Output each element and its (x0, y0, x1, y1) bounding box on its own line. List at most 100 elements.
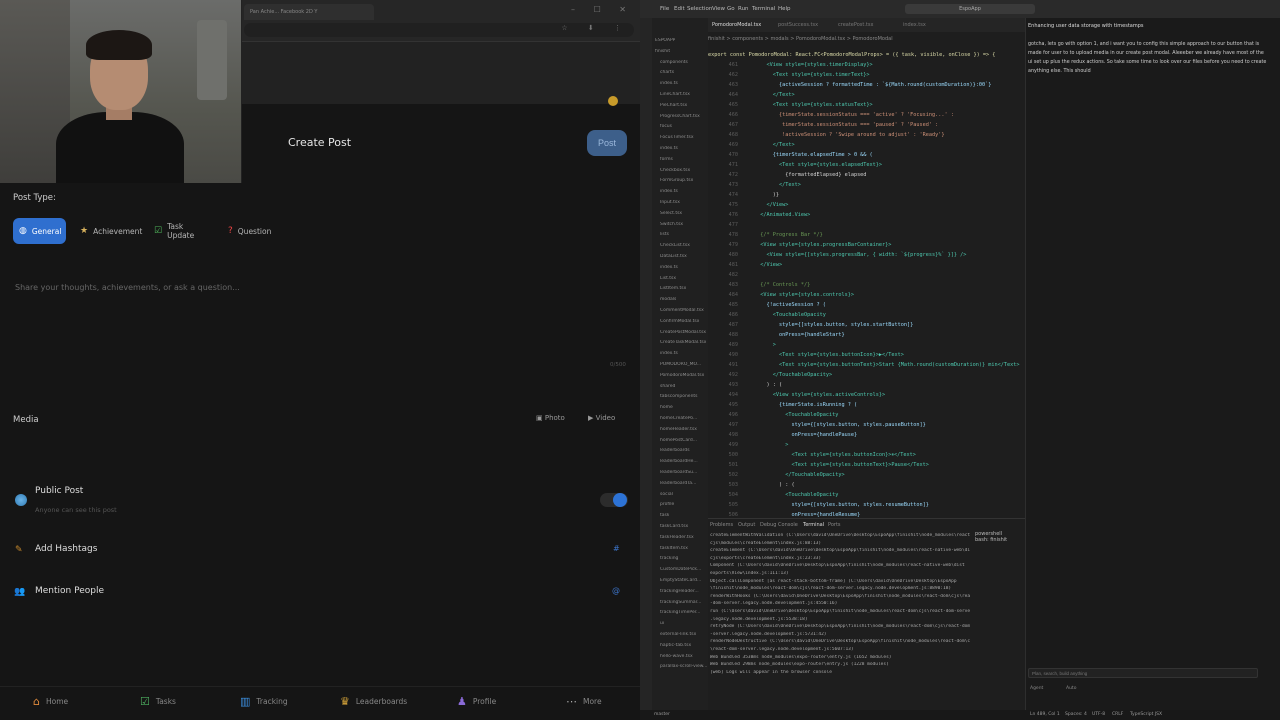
explorer-item[interactable]: forms (660, 157, 673, 162)
explorer-item[interactable]: charts (660, 70, 674, 75)
public-post-toggle[interactable] (600, 493, 628, 507)
cursor-position[interactable]: Ln 489, Col 1 (1030, 712, 1060, 717)
explorer-item[interactable]: components (660, 60, 688, 65)
explorer-item[interactable]: social (660, 492, 673, 497)
menu-terminal[interactable]: Terminal (752, 6, 775, 12)
explorer-item[interactable]: EmptyStateCard... (660, 578, 701, 583)
menu-run[interactable]: Run (738, 6, 749, 12)
chat-input[interactable] (1028, 668, 1258, 678)
explorer-item[interactable]: POMODORO_MO... (660, 362, 701, 367)
breadcrumb[interactable]: finishit > components > modals > Pomodor… (708, 36, 893, 42)
add-hashtags-button[interactable]: # (613, 544, 620, 553)
explorer-item[interactable]: profile (660, 502, 674, 507)
explorer-item[interactable]: home (660, 405, 673, 410)
explorer-item[interactable]: FormGroup.tsx (660, 178, 693, 183)
explorer-item[interactable]: index.ts (660, 351, 678, 356)
language-mode[interactable]: TypeScript JSX (1130, 712, 1162, 717)
explorer-item[interactable]: focus (660, 124, 672, 129)
explorer-item[interactable]: Checkbox.tsx (660, 168, 690, 173)
post-type-achievement[interactable]: ★ Achievement (74, 218, 142, 244)
tab-output[interactable]: Output (738, 522, 755, 528)
menu-edit[interactable]: Edit (674, 6, 685, 12)
explorer-item[interactable]: taskItem.tsx (660, 546, 688, 551)
explorer-item[interactable]: leaderboardSu... (660, 470, 697, 475)
post-type-question[interactable]: ? Question (222, 218, 276, 244)
explorer-item[interactable]: ui (660, 621, 664, 626)
menu-selection[interactable]: Selection (687, 6, 712, 12)
explorer-item[interactable]: index.ts (660, 81, 678, 86)
window-controls[interactable]: – ☐ ✕ (571, 5, 634, 14)
explorer-item[interactable]: trackingSummar... (660, 600, 701, 605)
explorer-item[interactable]: haptic-tab.tsx (660, 643, 691, 648)
explorer-item[interactable]: homePostCard... (660, 438, 697, 443)
browser-tab[interactable]: Pan Achie... Facebook 2D Y (244, 4, 374, 20)
browser-extension-icons[interactable]: ☆ ⬇ ⋮ (561, 24, 630, 32)
indentation[interactable]: Spaces: 4 (1065, 712, 1087, 717)
add-photo-button[interactable]: ▣ Photo (536, 414, 565, 422)
tab-pomodoromodal[interactable]: PomodoroModal.tsx (712, 22, 761, 28)
tab-terminal[interactable]: Terminal (803, 522, 824, 528)
explorer-item[interactable]: task (660, 513, 669, 518)
nav-more[interactable]: ⋯ More (566, 695, 602, 708)
tab-postsuccess[interactable]: postSuccess.tsx (778, 22, 818, 28)
explorer-item[interactable]: tracking (660, 556, 678, 561)
tab-createpost[interactable]: createPost.tsx (838, 22, 873, 28)
nav-leaderboards[interactable]: ♛ Leaderboards (340, 695, 407, 708)
explorer-item[interactable]: ProgressChart.tsx (660, 114, 700, 119)
mention-people-button[interactable]: @ (612, 586, 620, 595)
explorer-item[interactable]: leaderboards (660, 448, 690, 453)
explorer-item[interactable]: index.ts (660, 189, 678, 194)
explorer-item[interactable]: CreatePostModal.tsx (660, 330, 706, 335)
code-editor[interactable]: export const PomodoroModal: React.FC<Pom… (708, 48, 1025, 518)
post-type-general[interactable]: ◍ General (13, 218, 66, 244)
explorer-item[interactable]: homeCreatePo... (660, 416, 697, 421)
explorer-item[interactable]: CommentModal.tsx (660, 308, 704, 313)
explorer-item[interactable]: homeHeader.tsx (660, 427, 697, 432)
explorer-item[interactable]: leaderboardHe... (660, 459, 698, 464)
menu-file[interactable]: File (660, 6, 669, 12)
explorer-item[interactable]: finishit (655, 49, 670, 54)
explorer-item[interactable]: PomodoroModal.tsx (660, 373, 704, 378)
explorer-item[interactable]: CheckList.tsx (660, 243, 690, 248)
menu-help[interactable]: Help (778, 6, 791, 12)
explorer-item[interactable]: leaderboardTa... (660, 481, 696, 486)
model-select[interactable]: Auto (1066, 686, 1076, 691)
add-video-button[interactable]: ▶ Video (588, 414, 615, 422)
explorer-item[interactable]: PieChart.tsx (660, 103, 687, 108)
terminal-item[interactable]: bash: finishit (975, 537, 1025, 543)
explorer-item[interactable]: tabscomponents (660, 394, 698, 399)
explorer-item[interactable]: Switch.tsx (660, 222, 683, 227)
explorer-item[interactable]: index.ts (660, 265, 678, 270)
explorer-item[interactable]: Select.tsx (660, 211, 682, 216)
explorer-item[interactable]: ESPOAPP (655, 38, 675, 43)
explorer-item[interactable]: shared (660, 384, 675, 389)
explorer-item[interactable]: CreateTaskModal.tsx (660, 340, 706, 345)
explorer-item[interactable]: index.ts (660, 146, 678, 151)
explorer-item[interactable]: taskHeader.tsx (660, 535, 694, 540)
tab-debug-console[interactable]: Debug Console (760, 522, 798, 528)
encoding[interactable]: UTF-8 (1092, 712, 1105, 717)
git-branch[interactable]: master (654, 712, 670, 717)
tab-ports[interactable]: Ports (828, 522, 841, 528)
nav-tasks[interactable]: ☑ Tasks (140, 695, 176, 708)
tab-index[interactable]: index.tsx (903, 22, 926, 28)
explorer-item[interactable]: external-link.tsx (660, 632, 696, 637)
tab-problems[interactable]: Problems (710, 522, 733, 528)
explorer-item[interactable]: LineChart.tsx (660, 92, 690, 97)
explorer-item[interactable]: parallax-scroll-view... (660, 664, 707, 669)
menu-view[interactable]: View (712, 6, 725, 12)
post-content-input[interactable] (13, 280, 613, 294)
menu-go[interactable]: Go (727, 6, 735, 12)
explorer-item[interactable]: FocusTimer.tsx (660, 135, 694, 140)
explorer-item[interactable]: taskCard.tsx (660, 524, 688, 529)
explorer-item[interactable]: trackingHeader... (660, 589, 699, 594)
explorer-item[interactable]: hello-wave.tsx (660, 654, 693, 659)
explorer-item[interactable]: lists (660, 232, 669, 237)
explorer-item[interactable]: DataList.tsx (660, 254, 687, 259)
explorer-item[interactable]: List.tsx (660, 276, 676, 281)
explorer-item[interactable]: ListItem.tsx (660, 286, 686, 291)
agent-mode-select[interactable]: Agent (1030, 686, 1043, 691)
explorer-item[interactable]: Input.tsx (660, 200, 680, 205)
post-type-task-update[interactable]: ☑ Task Update (148, 218, 212, 244)
terminal-output[interactable]: createElementWithValidation (C:\Users\da… (708, 531, 970, 681)
